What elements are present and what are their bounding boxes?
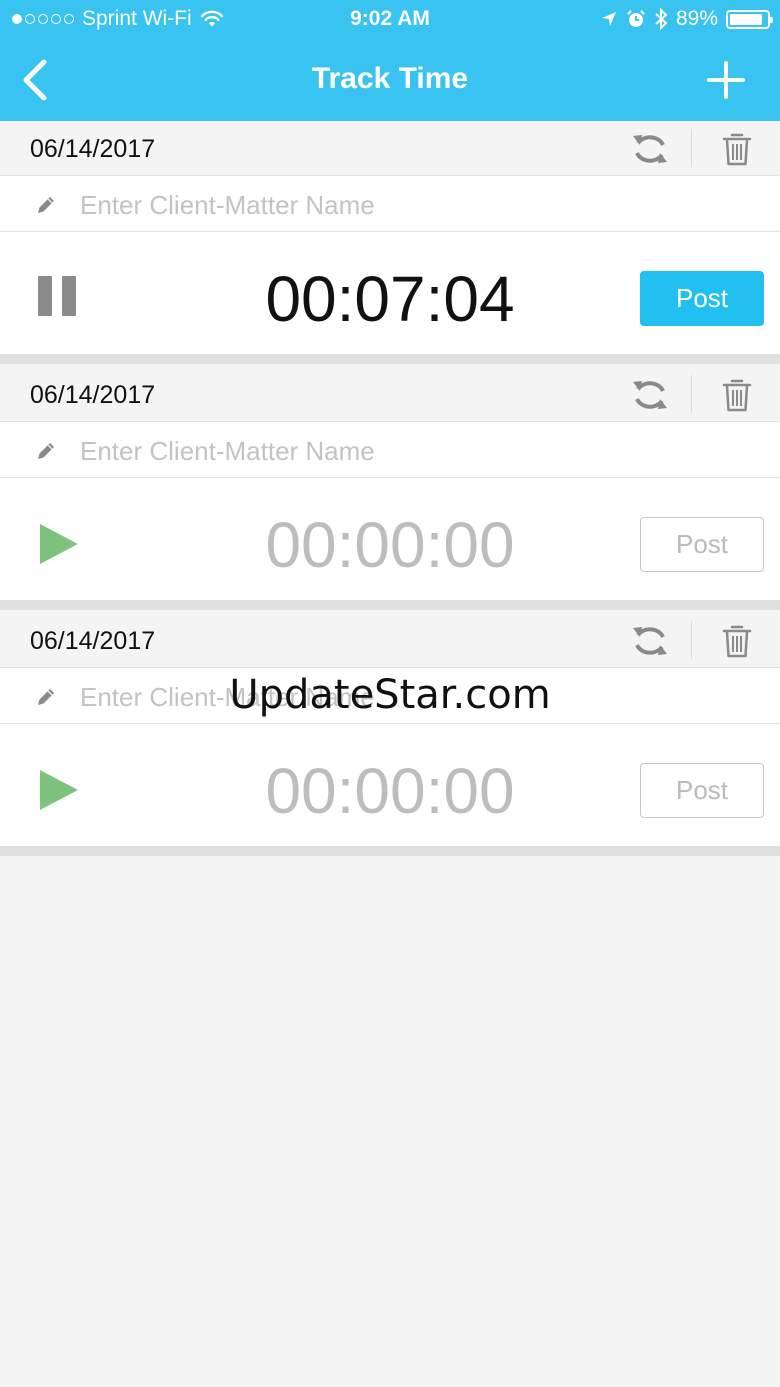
entry-header: 06/14/2017	[0, 613, 780, 668]
timer-row: 00:00:00 Post	[0, 478, 780, 600]
refresh-icon[interactable]	[630, 623, 670, 659]
client-matter-row	[0, 422, 780, 478]
time-entry-card: 06/14/2017 00:00:00 Post	[0, 613, 780, 856]
pencil-icon	[38, 443, 54, 459]
page-title: Track Time	[311, 62, 469, 95]
post-button[interactable]: Post	[640, 763, 764, 818]
entry-date: 06/14/2017	[30, 135, 156, 163]
bluetooth-icon	[655, 8, 668, 30]
time-entry-card: 06/14/2017 00:00:00 Post	[0, 367, 780, 610]
pencil-icon	[38, 197, 54, 213]
entry-separator	[0, 846, 780, 856]
add-plus-icon[interactable]	[706, 60, 746, 100]
post-button[interactable]: Post	[640, 271, 764, 326]
entry-date: 06/14/2017	[30, 627, 156, 655]
header-divider	[691, 621, 692, 659]
timer-row: 00:07:04 Post	[0, 232, 780, 354]
location-arrow-icon	[601, 12, 616, 26]
client-matter-row	[0, 176, 780, 232]
header-divider	[691, 375, 692, 413]
refresh-icon[interactable]	[630, 131, 670, 167]
battery-icon	[726, 9, 773, 29]
battery-percent: 89%	[675, 7, 718, 30]
refresh-icon[interactable]	[630, 377, 670, 413]
client-matter-input[interactable]	[78, 430, 742, 472]
app-header: Sprint Wi-Fi 9:02 AM 89% Track Time	[0, 0, 780, 121]
client-matter-input[interactable]	[78, 184, 742, 226]
timer-row: 00:00:00 Post	[0, 724, 780, 846]
trash-icon[interactable]	[720, 131, 754, 167]
alarm-clock-icon	[627, 10, 645, 27]
watermark-text: UpdateStar.com	[229, 672, 551, 718]
entry-separator	[0, 600, 780, 610]
entry-separator	[0, 354, 780, 364]
post-button[interactable]: Post	[640, 517, 764, 572]
header-divider	[691, 129, 692, 167]
trash-icon[interactable]	[720, 623, 754, 659]
status-bar: Sprint Wi-Fi 9:02 AM 89%	[0, 0, 780, 40]
entry-header: 06/14/2017	[0, 367, 780, 422]
entry-date: 06/14/2017	[30, 381, 156, 409]
entry-header: 06/14/2017	[0, 121, 780, 176]
trash-icon[interactable]	[720, 377, 754, 413]
time-entry-card: 06/14/2017 00:07:04 Post	[0, 121, 780, 364]
